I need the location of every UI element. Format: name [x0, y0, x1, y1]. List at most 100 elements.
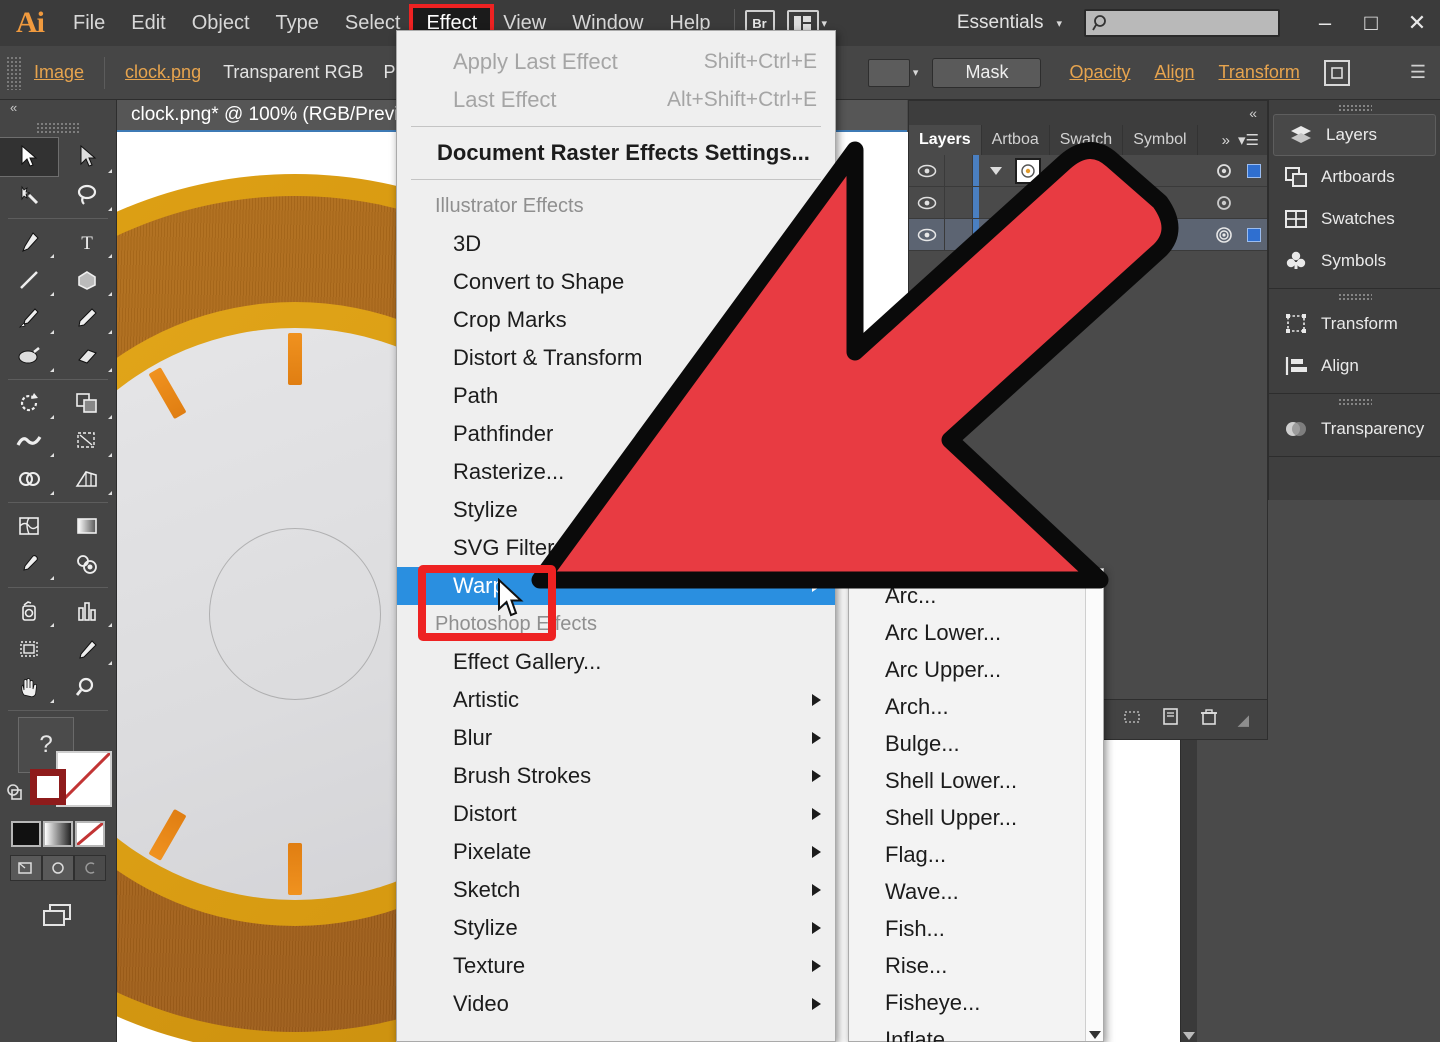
- hand-tool[interactable]: [0, 668, 58, 706]
- crop-image-icon[interactable]: [1323, 59, 1350, 86]
- gradient-tool[interactable]: [58, 507, 116, 545]
- menu-file[interactable]: File: [60, 8, 118, 39]
- submenu-item-flag[interactable]: Flag...: [849, 836, 1103, 873]
- zoom-tool[interactable]: [58, 668, 116, 706]
- ppi-value-field[interactable]: [867, 58, 910, 87]
- object-type-label[interactable]: Image: [22, 62, 96, 83]
- dock-gripper[interactable]: [1269, 289, 1440, 303]
- toolbar-collapse-icon[interactable]: «: [0, 100, 116, 122]
- new-layer-icon[interactable]: [1161, 707, 1181, 732]
- shape-builder-tool[interactable]: [0, 460, 58, 498]
- menu-item-pathfinder[interactable]: Pathfinder: [397, 415, 835, 453]
- scroll-down-icon[interactable]: [1089, 1031, 1101, 1039]
- ppi-chevron-down-icon[interactable]: ▾: [913, 66, 919, 79]
- submenu-item-fisheye[interactable]: Fisheye...: [849, 984, 1103, 1021]
- close-button[interactable]: ✕: [1394, 1, 1440, 45]
- layer-target-icon[interactable]: [1207, 162, 1241, 180]
- control-bar-gripper[interactable]: [6, 55, 22, 90]
- menu-item-rasterize[interactable]: Rasterize...: [397, 453, 835, 491]
- dock-item-symbols[interactable]: Symbols: [1269, 240, 1440, 282]
- collapse-panel-icon[interactable]: «: [1249, 105, 1257, 121]
- change-screen-mode-icon[interactable]: [0, 899, 116, 933]
- dock-gripper[interactable]: [1269, 100, 1440, 114]
- panel-resize-grip[interactable]: ◢: [1237, 711, 1249, 729]
- tab-swatches[interactable]: Swatch: [1050, 125, 1124, 155]
- artboard-tool[interactable]: [0, 630, 58, 668]
- workspace-switcher[interactable]: Essentials ▾: [957, 12, 1062, 34]
- table-row[interactable]: [909, 219, 1267, 251]
- layer-selection-indicator[interactable]: [1241, 163, 1267, 178]
- panel-options-icon[interactable]: ▾☰: [1238, 131, 1259, 149]
- rectangle-tool[interactable]: [58, 261, 116, 299]
- eyedropper-tool[interactable]: [0, 545, 58, 583]
- menu-item-crop-marks[interactable]: Crop Marks: [397, 301, 835, 339]
- menu-item-blur[interactable]: Blur: [397, 719, 835, 757]
- menu-object[interactable]: Object: [179, 8, 263, 39]
- tab-artboards[interactable]: Artboa: [982, 125, 1050, 155]
- table-row[interactable]: Layer 1: [909, 155, 1267, 187]
- submenu-item-bulge[interactable]: Bulge...: [849, 725, 1103, 762]
- mask-button[interactable]: Mask: [932, 57, 1042, 88]
- menu-item-pixelate[interactable]: Pixelate: [397, 833, 835, 871]
- submenu-item-arch[interactable]: Arch...: [849, 688, 1103, 725]
- control-bar-overflow-icon[interactable]: ☰: [1410, 62, 1426, 83]
- menu-item-apply-last-effect[interactable]: Apply Last Effect Shift+Ctrl+E: [397, 43, 835, 81]
- rotate-tool[interactable]: [0, 384, 58, 422]
- chevron-double-right-icon[interactable]: »: [1222, 132, 1230, 149]
- menu-item-convert-to-shape[interactable]: Convert to Shape: [397, 263, 835, 301]
- menu-item-stylize-photoshop[interactable]: Stylize: [397, 909, 835, 947]
- submenu-item-wave[interactable]: Wave...: [849, 873, 1103, 910]
- dock-item-layers[interactable]: Layers: [1273, 114, 1436, 156]
- menu-item-last-effect[interactable]: Last Effect Alt+Shift+Ctrl+E: [397, 81, 835, 119]
- pen-tool[interactable]: [0, 223, 58, 261]
- tab-layers[interactable]: Layers: [909, 125, 982, 155]
- layer-target-icon[interactable]: [1207, 225, 1241, 245]
- menu-item-texture[interactable]: Texture: [397, 947, 835, 985]
- arrange-chevron-down-icon[interactable]: ▾: [822, 17, 828, 30]
- layer-lock-toggle[interactable]: [945, 219, 973, 250]
- symbol-sprayer-tool[interactable]: [0, 592, 58, 630]
- layer-lock-toggle[interactable]: [945, 187, 973, 218]
- layer-lock-toggle[interactable]: [945, 155, 973, 186]
- draw-inside-icon[interactable]: [74, 855, 106, 881]
- menu-item-path[interactable]: Path: [397, 377, 835, 415]
- mesh-tool[interactable]: [0, 507, 58, 545]
- layer-expand-icon[interactable]: [979, 165, 1013, 177]
- selection-tool[interactable]: [0, 137, 59, 177]
- blob-brush-tool[interactable]: [0, 337, 58, 375]
- table-row[interactable]: [909, 187, 1267, 219]
- search-input[interactable]: [1084, 9, 1280, 37]
- gradient-swatch[interactable]: [43, 821, 73, 847]
- draw-behind-icon[interactable]: [42, 855, 74, 881]
- swap-fill-stroke-icon[interactable]: [4, 781, 26, 808]
- layer-visibility-icon[interactable]: [909, 187, 945, 218]
- submenu-item-fish[interactable]: Fish...: [849, 910, 1103, 947]
- menu-item-brush-strokes[interactable]: Brush Strokes: [397, 757, 835, 795]
- menu-type[interactable]: Type: [263, 8, 332, 39]
- delete-layer-icon[interactable]: [1199, 707, 1219, 732]
- dock-item-transparency[interactable]: Transparency: [1269, 408, 1440, 450]
- width-tool[interactable]: [0, 422, 58, 460]
- layer-selection-indicator[interactable]: [1241, 227, 1267, 242]
- menu-item-effect-gallery[interactable]: Effect Gallery...: [397, 643, 835, 681]
- free-transform-tool[interactable]: [58, 422, 116, 460]
- align-label[interactable]: Align: [1142, 62, 1206, 83]
- submenu-item-arc-lower[interactable]: Arc Lower...: [849, 614, 1103, 651]
- tab-symbols[interactable]: Symbol: [1123, 125, 1198, 155]
- draw-normal-icon[interactable]: [10, 855, 42, 881]
- direct-selection-tool[interactable]: [58, 138, 116, 176]
- toolbar-gripper[interactable]: [36, 122, 80, 134]
- perspective-grid-tool[interactable]: [58, 460, 116, 498]
- dock-item-transform[interactable]: Transform: [1269, 303, 1440, 345]
- dock-item-align[interactable]: Align: [1269, 345, 1440, 387]
- workspace-chevron-down-icon[interactable]: ▾: [1056, 17, 1062, 30]
- type-tool[interactable]: T: [58, 223, 116, 261]
- submenu-item-shell-lower[interactable]: Shell Lower...: [849, 762, 1103, 799]
- menu-item-distort[interactable]: Distort: [397, 795, 835, 833]
- submenu-item-inflate[interactable]: Inflate...: [849, 1021, 1103, 1042]
- pencil-tool[interactable]: [58, 299, 116, 337]
- layer-name[interactable]: Layer 1: [1041, 162, 1207, 180]
- menu-item-artistic[interactable]: Artistic: [397, 681, 835, 719]
- dock-item-swatches[interactable]: Swatches: [1269, 198, 1440, 240]
- column-graph-tool[interactable]: [58, 592, 116, 630]
